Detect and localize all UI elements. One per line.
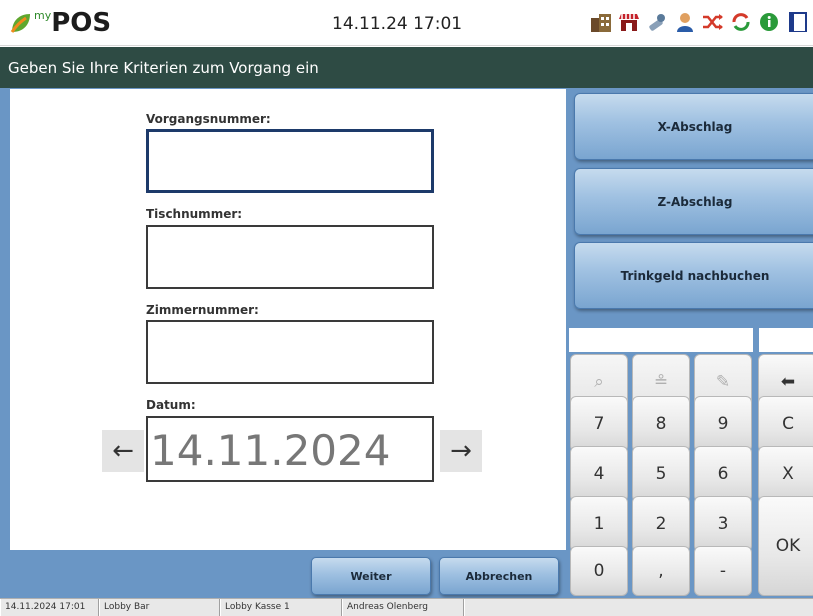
leaf-icon — [10, 12, 32, 34]
ok-key[interactable]: OK — [758, 496, 813, 596]
stamp-icon: ≗ — [653, 372, 669, 392]
cancel-key[interactable]: X — [758, 446, 813, 502]
status-bar: 14.11.2024 17:01 Lobby Bar Lobby Kasse 1… — [0, 598, 813, 616]
key-7[interactable]: 7 — [570, 396, 628, 452]
key-8[interactable]: 8 — [632, 396, 690, 452]
window-icon[interactable] — [786, 10, 808, 34]
shuffle-icon[interactable] — [702, 10, 724, 34]
tischnummer-label: Tischnummer: — [146, 207, 243, 221]
status-user: Andreas Olenberg — [342, 599, 464, 616]
z-abschlag-button[interactable]: Z-Abschlag — [574, 168, 813, 235]
datum-field[interactable]: 14.11.2024 — [146, 416, 434, 482]
refresh-icon[interactable] — [730, 10, 752, 34]
vorgangsnummer-input[interactable] — [146, 129, 434, 193]
status-location: Lobby Bar — [99, 599, 220, 616]
trinkgeld-nachbuchen-button[interactable]: Trinkgeld nachbuchen — [574, 242, 813, 309]
next-date-button[interactable]: → — [440, 430, 482, 472]
mypos-logo: my POS — [10, 6, 111, 40]
weiter-button[interactable]: Weiter — [311, 557, 431, 595]
info-icon[interactable] — [758, 10, 780, 34]
key-2[interactable]: 2 — [632, 496, 690, 552]
logo-my-text: my — [34, 8, 52, 22]
key-0[interactable]: 0 — [570, 546, 628, 596]
vorgangsnummer-label: Vorgangsnummer: — [146, 112, 271, 126]
keypad-display-secondary — [759, 328, 813, 352]
abbrechen-button[interactable]: Abbrechen — [439, 557, 559, 595]
tischnummer-input[interactable] — [146, 225, 434, 289]
comma-key[interactable]: , — [632, 546, 690, 596]
status-empty — [464, 599, 813, 616]
datum-label: Datum: — [146, 398, 196, 412]
key-5[interactable]: 5 — [632, 446, 690, 502]
keypad-display — [569, 328, 753, 352]
status-register: Lobby Kasse 1 — [220, 599, 342, 616]
page-title: Geben Sie Ihre Kriterien zum Vorgang ein — [0, 47, 813, 88]
logo-pos-text: POS — [51, 8, 112, 38]
zimmernummer-input[interactable] — [146, 320, 434, 384]
key-9[interactable]: 9 — [694, 396, 752, 452]
previous-date-button[interactable]: ← — [102, 430, 144, 472]
search-icon: ⌕ — [594, 372, 604, 392]
minus-key[interactable]: - — [694, 546, 752, 596]
header-icon-bar — [590, 10, 808, 34]
edit-icon: ✎ — [715, 372, 731, 392]
x-abschlag-button[interactable]: X-Abschlag — [574, 93, 813, 160]
backspace-icon: ⬅ — [780, 372, 796, 392]
key-4[interactable]: 4 — [570, 446, 628, 502]
header-datetime: 14.11.24 17:01 — [332, 14, 463, 34]
key-1[interactable]: 1 — [570, 496, 628, 552]
store-icon[interactable] — [618, 10, 640, 34]
status-datetime: 14.11.2024 17:01 — [0, 599, 99, 616]
clear-key[interactable]: C — [758, 396, 813, 452]
hotel-icon[interactable] — [590, 10, 612, 34]
tools-icon[interactable] — [646, 10, 668, 34]
app-header: my POS 14.11.24 17:01 — [0, 0, 813, 46]
key-3[interactable]: 3 — [694, 496, 752, 552]
zimmernummer-label: Zimmernummer: — [146, 303, 259, 317]
user-icon[interactable] — [674, 10, 696, 34]
key-6[interactable]: 6 — [694, 446, 752, 502]
